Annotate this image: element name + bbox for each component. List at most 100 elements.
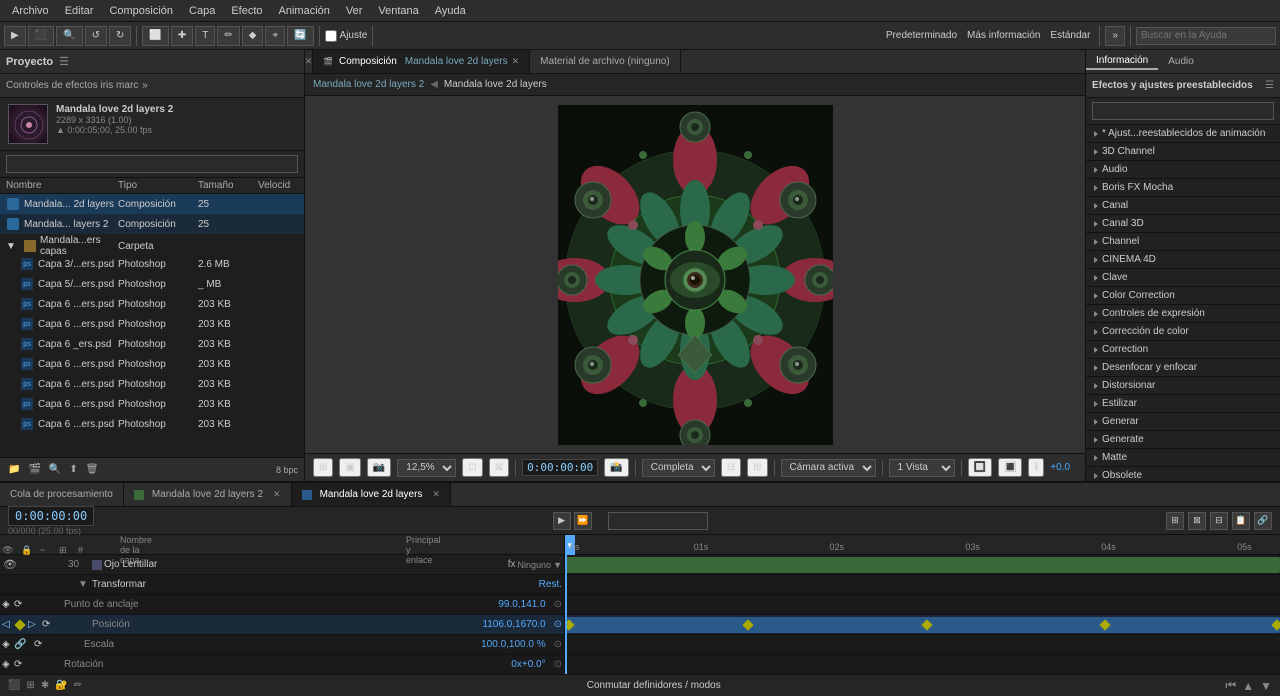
preview-pixel-btn[interactable]: ⊟ xyxy=(721,458,741,477)
tl-bottom-icon-2[interactable]: ⊞ xyxy=(26,680,34,691)
layer-row-anchor[interactable]: ◈ ⟳ Punto de anclaje 99.0,141.0 ⊙ xyxy=(0,595,564,615)
layer-row-ojo-lentillar[interactable]: 👁 30 Ojo Lentillar fx Ninguno ▼ xyxy=(0,555,564,575)
ajuste-checkbox[interactable] xyxy=(325,30,337,42)
camera-select[interactable]: Cámara activa xyxy=(781,459,876,477)
preview-screen-btn[interactable]: ▣ xyxy=(339,458,360,477)
effects-group-header-12[interactable]: Correction xyxy=(1086,341,1280,358)
tab-audio[interactable]: Audio xyxy=(1158,54,1204,69)
tl-bottom-icon-4[interactable]: 🔐 xyxy=(55,680,67,691)
delete-btn[interactable]: 🗑 xyxy=(84,464,101,475)
preview-share1-btn[interactable]: 🔲 xyxy=(968,458,992,477)
tl-play-btn[interactable]: ▶ xyxy=(553,512,571,530)
tab-info[interactable]: Información xyxy=(1086,53,1158,70)
layer-row-rotation[interactable]: ◈ ⟳ Rotación 0x+0.0° ⊙ xyxy=(0,655,564,674)
effects-group-header-13[interactable]: Desenfocar y enfocar xyxy=(1086,359,1280,376)
tool-add[interactable]: ✚ xyxy=(171,26,193,46)
project-search-input[interactable] xyxy=(6,155,298,173)
pos-keyframe-nav-prev[interactable]: ◁ xyxy=(2,619,12,630)
list-item[interactable]: ps Capa 6 ...ers.psd Photoshop 203 KB xyxy=(0,414,304,434)
anchor-value[interactable]: 99.0,141.0 xyxy=(498,599,545,610)
menu-efecto[interactable]: Efecto xyxy=(223,3,270,19)
new-comp-btn[interactable]: 🎬 xyxy=(26,464,42,475)
rot-value[interactable]: 0x+0.0° xyxy=(511,659,545,670)
effects-group-header-18[interactable]: Matte xyxy=(1086,449,1280,466)
layer-link-dropdown[interactable]: ▼ xyxy=(553,560,562,570)
pos-stopwatch[interactable]: ⊙ xyxy=(554,619,562,630)
tool-orbit[interactable]: ⌖ xyxy=(265,26,285,46)
menu-archivo[interactable]: Archivo xyxy=(4,3,57,19)
tree-collapse-icon[interactable]: ▼ xyxy=(6,241,16,252)
preview-cam-btn[interactable]: 📷 xyxy=(367,458,391,477)
tl-bottom-icon-5[interactable]: ✏ xyxy=(74,680,82,691)
tab-footage[interactable]: Material de archivo (ninguno) xyxy=(530,50,681,73)
zoom-fit-btn[interactable]: ⊡ xyxy=(462,458,482,477)
list-item[interactable]: ps Capa 6 ...ers.psd Photoshop 203 KB xyxy=(0,394,304,414)
comp1-tab-close[interactable]: ✕ xyxy=(432,489,440,500)
effects-group-header-17[interactable]: Generate xyxy=(1086,431,1280,448)
effects-group-header-7[interactable]: CINEMA 4D xyxy=(1086,251,1280,268)
tab-render-queue[interactable]: Cola de procesamiento xyxy=(0,483,124,506)
search-panel-btn[interactable]: 🔍 xyxy=(47,464,63,475)
track-position[interactable] xyxy=(565,615,1280,635)
tl-icon-2[interactable]: ⊠ xyxy=(1188,512,1206,530)
menu-ayuda[interactable]: Ayuda xyxy=(427,3,474,19)
comp2-tab-close[interactable]: ✕ xyxy=(273,489,281,500)
effects-group-header-14[interactable]: Distorsionar xyxy=(1086,377,1280,394)
comp-tab-close-btn[interactable]: ✕ xyxy=(512,56,520,67)
tl-bottom-icon-3[interactable]: ✱ xyxy=(41,680,49,691)
tl-end-btn[interactable]: ⏩ xyxy=(574,512,592,530)
effects-group-header-3[interactable]: Boris FX Mocha xyxy=(1086,179,1280,196)
view-select[interactable]: 1 Vista 2 Vistas xyxy=(889,459,955,477)
import-btn[interactable]: ⬆ xyxy=(67,464,79,475)
tool-stop[interactable]: ⬛ xyxy=(28,26,54,46)
scale-value[interactable]: 100.0,100.0 % xyxy=(481,639,546,650)
tool-redo[interactable]: ↻ xyxy=(109,26,131,46)
tool-select[interactable]: ▶ xyxy=(4,26,26,46)
list-item[interactable]: ps Capa 6 ...ers.psd Photoshop 203 KB xyxy=(0,294,304,314)
list-item[interactable]: ▼ Mandala...ers capas Carpeta xyxy=(0,234,304,254)
tab-composition[interactable]: 🎬 Composición Mandala love 2d layers ✕ xyxy=(313,50,530,73)
list-item[interactable]: ps Capa 5/...ers.psd Photoshop _ MB xyxy=(0,274,304,294)
menu-animacion[interactable]: Animación xyxy=(271,3,338,19)
anchor-stopwatch[interactable]: ⊙ xyxy=(554,599,562,610)
list-item[interactable]: ps Capa 3/...ers.psd Photoshop 2.6 MB xyxy=(0,254,304,274)
tool-text[interactable]: T xyxy=(195,26,215,46)
menu-ventana[interactable]: Ventana xyxy=(370,3,426,19)
list-item[interactable]: Mandala... layers 2 Composición 25 xyxy=(0,214,304,234)
tl-icon-4[interactable]: 📋 xyxy=(1232,512,1250,530)
effects-group-header-11[interactable]: Corrección de color xyxy=(1086,323,1280,340)
project-menu-icon[interactable]: ☰ xyxy=(59,55,69,68)
tool-undo[interactable]: ↺ xyxy=(85,26,107,46)
rot-stopwatch[interactable]: ⊙ xyxy=(554,659,562,670)
list-item[interactable]: ps Capa 6 ...ers.psd Photoshop 203 KB xyxy=(0,374,304,394)
zoom-select[interactable]: 12,5% 25% 50% 100% xyxy=(397,459,456,477)
effects-group-header-2[interactable]: Audio xyxy=(1086,161,1280,178)
transformar-reset[interactable]: Rest. xyxy=(539,579,562,590)
comp-panel-close[interactable]: ✕ xyxy=(305,50,313,73)
quality-select[interactable]: Completa Media Baja xyxy=(642,459,715,477)
tl-icon-3[interactable]: ⊟ xyxy=(1210,512,1228,530)
tl-nav-start[interactable]: ⏮ xyxy=(1225,678,1236,693)
timeline-timecode-display[interactable]: 0:00:00:00 xyxy=(8,506,94,526)
tool-zoom[interactable]: 🔍 xyxy=(56,26,82,46)
tl-icon-5[interactable]: 🔗 xyxy=(1254,512,1272,530)
effects-group-header-19[interactable]: Obsolete xyxy=(1086,467,1280,481)
effects-group-header-9[interactable]: Color Correction xyxy=(1086,287,1280,304)
effects-group-header-5[interactable]: Canal 3D xyxy=(1086,215,1280,232)
list-item[interactable]: ps Capa 6 _ers.psd Photoshop 203 KB xyxy=(0,334,304,354)
new-folder-btn[interactable]: 📁 xyxy=(6,464,22,475)
zoom-fit2-btn[interactable]: ⊠ xyxy=(489,458,509,477)
preview-grid-btn[interactable]: ⊞ xyxy=(313,458,333,477)
layer-row-transformar[interactable]: ▼ Transformar Rest. xyxy=(0,575,564,595)
toolbar-more[interactable]: » xyxy=(1105,26,1125,46)
effects-group-header-0[interactable]: * Ajust...reestablecidos de animación xyxy=(1086,125,1280,142)
layer-row-position[interactable]: ◁ ▷ ⟳ Posición 1106.0,1670.0 ⊙ xyxy=(0,615,564,635)
tl-nav-up[interactable]: ▲ xyxy=(1242,679,1254,693)
tab-comp-2[interactable]: Mandala love 2d layers 2 ✕ xyxy=(124,483,292,506)
effects-group-header-16[interactable]: Generar xyxy=(1086,413,1280,430)
tl-search-input[interactable] xyxy=(608,512,708,530)
list-item[interactable]: ps Capa 6 ...ers.psd Photoshop 203 KB xyxy=(0,354,304,374)
tl-nav-down[interactable]: ▼ xyxy=(1260,679,1272,693)
menu-composicion[interactable]: Composición xyxy=(101,3,181,19)
preview-info-btn[interactable]: ℹ xyxy=(1028,458,1044,477)
